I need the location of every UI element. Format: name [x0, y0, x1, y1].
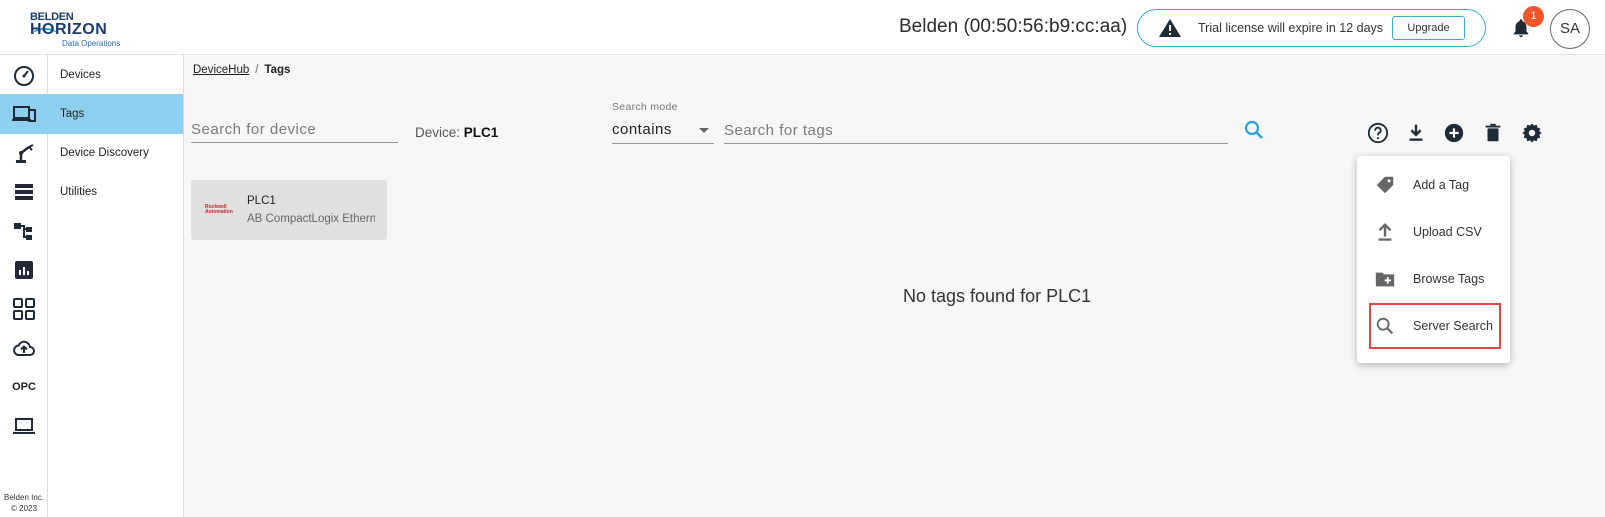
breadcrumb: DeviceHub / Tags: [193, 64, 290, 76]
breadcrumb-devicehub[interactable]: DeviceHub: [193, 64, 249, 76]
menu-item-server-search[interactable]: Server Search: [1369, 303, 1501, 349]
trial-banner: Trial license will expire in 12 days Upg…: [1137, 9, 1486, 47]
rail-devicehub[interactable]: [0, 94, 48, 134]
copyright-year: © 2023: [11, 504, 37, 513]
empty-state-message: No tags found for PLC1: [903, 286, 1092, 306]
menu-item-browse-tags[interactable]: Browse Tags: [1357, 256, 1510, 302]
rail-storage[interactable]: [0, 172, 48, 212]
belden-horizon-logo[interactable]: BELDEN HORIZON Data Operations: [28, 10, 123, 48]
trial-message: Trial license will expire in 12 days: [1198, 21, 1384, 35]
breadcrumb-separator: /: [255, 64, 259, 76]
upgrade-button[interactable]: Upgrade: [1392, 16, 1465, 40]
settings-button[interactable]: [1520, 121, 1544, 145]
server-list-icon: [15, 184, 33, 200]
cloud-upload-icon: [13, 340, 35, 356]
logo-brand-main: HORIZON: [30, 21, 108, 38]
search-icon: [1376, 317, 1394, 335]
device-card-name: PLC1: [247, 195, 276, 207]
sub-navigation: Devices Tags Device Discovery Utilities: [48, 55, 184, 517]
device-label-value: PLC1: [463, 125, 499, 140]
rail-robotics[interactable]: [0, 133, 48, 173]
grid-icon: [13, 298, 35, 320]
folder-add-icon: [1375, 272, 1395, 287]
add-tag-menu: Add a Tag Upload CSV Browse Tags Server …: [1357, 156, 1510, 363]
device-search-input[interactable]: [191, 117, 398, 143]
selected-device: Device: PLC1: [415, 125, 498, 140]
breadcrumb-current: Tags: [264, 64, 291, 76]
opc-label: OPC: [12, 381, 36, 393]
subnav-item-tags[interactable]: Tags: [48, 94, 183, 134]
rockwell-logo: Rockwell Automation: [205, 205, 233, 215]
tag-icon: [1376, 176, 1394, 194]
rail-cloud[interactable]: [0, 328, 48, 368]
notification-badge: 1: [1523, 6, 1544, 27]
menu-item-add-tag-label: Add a Tag: [1413, 178, 1470, 192]
device-label-text: Device:: [415, 125, 461, 140]
download-icon: [1409, 124, 1423, 141]
menu-item-upload-csv[interactable]: Upload CSV: [1357, 209, 1510, 255]
device-card-model: AB CompactLogix Ethernet: [247, 213, 375, 225]
rail-apps[interactable]: [0, 289, 48, 329]
caret-down-icon: [699, 128, 709, 133]
copyright: Belden Inc. © 2023: [0, 492, 48, 514]
devices-icon: [12, 106, 36, 122]
rail-hierarchy[interactable]: [0, 211, 48, 251]
rail-opc[interactable]: OPC: [0, 367, 48, 407]
icon-rail: OPC Belden Inc. © 2023: [0, 55, 48, 517]
menu-item-upload-csv-label: Upload CSV: [1413, 225, 1482, 239]
upload-icon: [1378, 222, 1392, 241]
menu-item-server-search-label: Server Search: [1413, 319, 1493, 333]
menu-item-add-tag[interactable]: Add a Tag: [1357, 162, 1510, 208]
device-card-plc1[interactable]: Rockwell Automation PLC1 AB CompactLogix…: [191, 180, 387, 240]
robot-arm-icon: [16, 144, 34, 163]
add-button[interactable]: [1442, 121, 1466, 145]
logo-brand-sub: Data Operations: [62, 39, 121, 48]
warning-icon: [1159, 19, 1181, 37]
speedometer-icon: [14, 66, 34, 86]
rockwell-logo-line2: Automation: [205, 209, 233, 215]
search-mode-value: contains: [612, 121, 672, 138]
menu-item-browse-tags-label: Browse Tags: [1413, 272, 1485, 286]
device-title: Belden (00:50:56:b9:cc:aa): [899, 16, 1128, 37]
trash-icon: [1485, 123, 1501, 142]
add-circle-icon: [1444, 123, 1464, 143]
tag-search-input[interactable]: [724, 117, 1228, 144]
search-icon[interactable]: [1242, 118, 1266, 142]
copyright-company: Belden Inc.: [3, 493, 45, 502]
rail-system[interactable]: [0, 406, 48, 446]
subnav-item-devices[interactable]: Devices: [48, 55, 183, 95]
user-avatar[interactable]: SA: [1550, 9, 1590, 49]
laptop-icon: [13, 418, 35, 434]
help-icon: [1367, 122, 1389, 144]
delete-button[interactable]: [1481, 121, 1505, 145]
download-button[interactable]: [1404, 121, 1428, 145]
help-button[interactable]: [1366, 121, 1390, 145]
subnav-item-utilities[interactable]: Utilities: [48, 172, 183, 212]
app-header: BELDEN HORIZON Data Operations Belden (0…: [0, 0, 1605, 55]
rail-dashboard[interactable]: [0, 55, 48, 95]
rail-analytics[interactable]: [0, 250, 48, 290]
subnav-item-device-discovery[interactable]: Device Discovery: [48, 133, 183, 173]
gear-icon: [1522, 123, 1542, 143]
hierarchy-icon: [14, 223, 32, 240]
search-mode-label: Search mode: [612, 101, 678, 113]
search-mode-select[interactable]: contains: [612, 117, 714, 144]
analytics-icon: [15, 261, 33, 279]
